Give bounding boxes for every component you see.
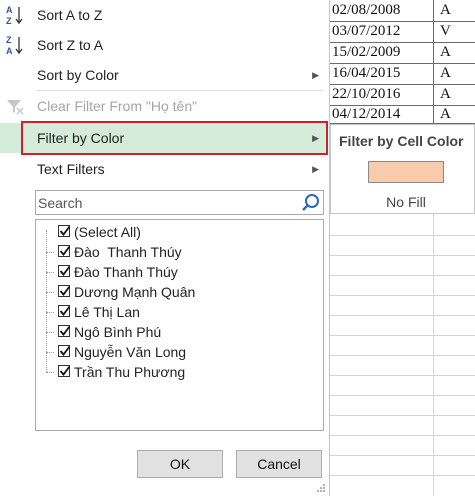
grid-line	[330, 235, 475, 236]
menu-item-label: Sort by Color	[37, 67, 119, 83]
tree-line	[46, 332, 54, 333]
filter-by-color-submenu: Filter by Cell Color No Fill	[330, 124, 475, 214]
grid-line	[330, 435, 475, 436]
list-item-label: Ngô Bình Phú	[74, 324, 162, 340]
tree-line	[46, 292, 54, 293]
no-fill-option[interactable]: No Fill	[368, 194, 444, 210]
cancel-button[interactable]: Cancel	[236, 450, 322, 478]
grid-line	[330, 275, 475, 276]
menu-item-label: Sort A to Z	[37, 7, 103, 23]
sheet-cell[interactable]: A	[440, 0, 475, 21]
date-cell[interactable]: 16/04/2015	[332, 62, 432, 84]
highlight-outline	[21, 121, 328, 155]
list-item-label: Dương Mạnh Quân	[74, 284, 196, 300]
list-item-label: Nguyễn Văn Long	[74, 344, 187, 360]
list-item-label: Đào Thanh Thúy	[74, 244, 182, 260]
checkbox[interactable]	[58, 365, 71, 377]
grid-line	[330, 295, 475, 296]
date-cell[interactable]: 22/10/2016	[332, 83, 432, 105]
grid-line	[330, 475, 475, 476]
grid-line	[330, 395, 475, 396]
svg-text:Z: Z	[6, 35, 12, 45]
search-icon	[302, 194, 319, 211]
checkbox[interactable]	[58, 245, 71, 257]
sheet-cell[interactable]: V	[440, 20, 475, 42]
svg-text:A: A	[6, 5, 13, 15]
checkbox[interactable]	[58, 225, 71, 237]
date-cell[interactable]: 04/12/2014	[332, 103, 432, 125]
menu-item-label: Sort Z to A	[37, 37, 104, 53]
cell-color-swatch[interactable]	[368, 161, 444, 183]
tree-line	[46, 372, 54, 373]
menu-item-label: Clear Filter From "Họ tên"	[37, 98, 198, 114]
menu-item-sort-z-to-a[interactable]: Z A Sort Z to A	[0, 30, 328, 60]
checkbox[interactable]	[58, 345, 71, 357]
list-item-label: (Select All)	[74, 224, 141, 240]
checkbox[interactable]	[58, 265, 71, 277]
list-item-label: Trần Thu Phương	[74, 364, 186, 380]
checkbox[interactable]	[58, 305, 71, 317]
tree-line	[46, 272, 54, 273]
resize-grip-icon[interactable]	[316, 483, 326, 493]
date-cell[interactable]: 03/07/2012	[332, 20, 432, 42]
menu-item-label: Text Filters	[37, 161, 105, 177]
submenu-title: Filter by Cell Color	[339, 133, 464, 149]
list-item-label: Lê Thị Lan	[74, 304, 140, 320]
checkbox[interactable]	[58, 285, 71, 297]
list-item-label: Đào Thanh Thúy	[74, 264, 178, 280]
menu-item-clear-filter[interactable]: Clear Filter From "Họ tên"	[0, 91, 328, 121]
grid-line	[330, 375, 475, 376]
menu-item-sort-a-to-z[interactable]: A Z Sort A to Z	[0, 0, 328, 30]
grid-line	[330, 255, 475, 256]
menu-item-text-filters[interactable]: Text Filters ▶	[0, 154, 328, 184]
menu-item-sort-by-color[interactable]: Sort by Color ▶	[0, 60, 328, 90]
grid-line	[330, 335, 475, 336]
submenu-arrow-icon: ▶	[312, 70, 319, 80]
grid-line	[330, 355, 475, 356]
sort-a-to-z-icon: A Z	[6, 5, 23, 26]
sort-z-to-a-icon: Z A	[6, 35, 23, 56]
svg-text:Z: Z	[6, 16, 12, 26]
date-cell[interactable]: 02/08/2008	[332, 0, 432, 21]
filter-value-list[interactable]: (Select All) Đào Thanh Thúy Đào Thanh Th…	[35, 219, 324, 431]
tree-line	[46, 312, 54, 313]
svg-text:A: A	[6, 46, 13, 56]
grid-line	[330, 455, 475, 456]
date-cell[interactable]: 15/02/2009	[332, 41, 432, 63]
sheet-cell[interactable]: A	[440, 62, 475, 84]
tree-line	[46, 252, 54, 253]
search-input[interactable]	[38, 193, 293, 212]
tree-line	[46, 352, 54, 353]
search-box[interactable]	[35, 190, 324, 215]
sheet-cell[interactable]: A	[440, 83, 475, 105]
sheet-cell[interactable]: A	[440, 103, 475, 125]
grid-line	[330, 315, 475, 316]
checkbox[interactable]	[58, 325, 71, 337]
filter-dropdown-menu: A Z Sort A to Z Z A Sort Z to A Sort by …	[0, 0, 330, 496]
clear-filter-icon	[7, 100, 24, 115]
sheet-cell[interactable]: A	[440, 41, 475, 63]
submenu-arrow-icon: ▶	[312, 164, 319, 174]
ok-button[interactable]: OK	[137, 450, 223, 478]
grid-line	[330, 415, 475, 416]
